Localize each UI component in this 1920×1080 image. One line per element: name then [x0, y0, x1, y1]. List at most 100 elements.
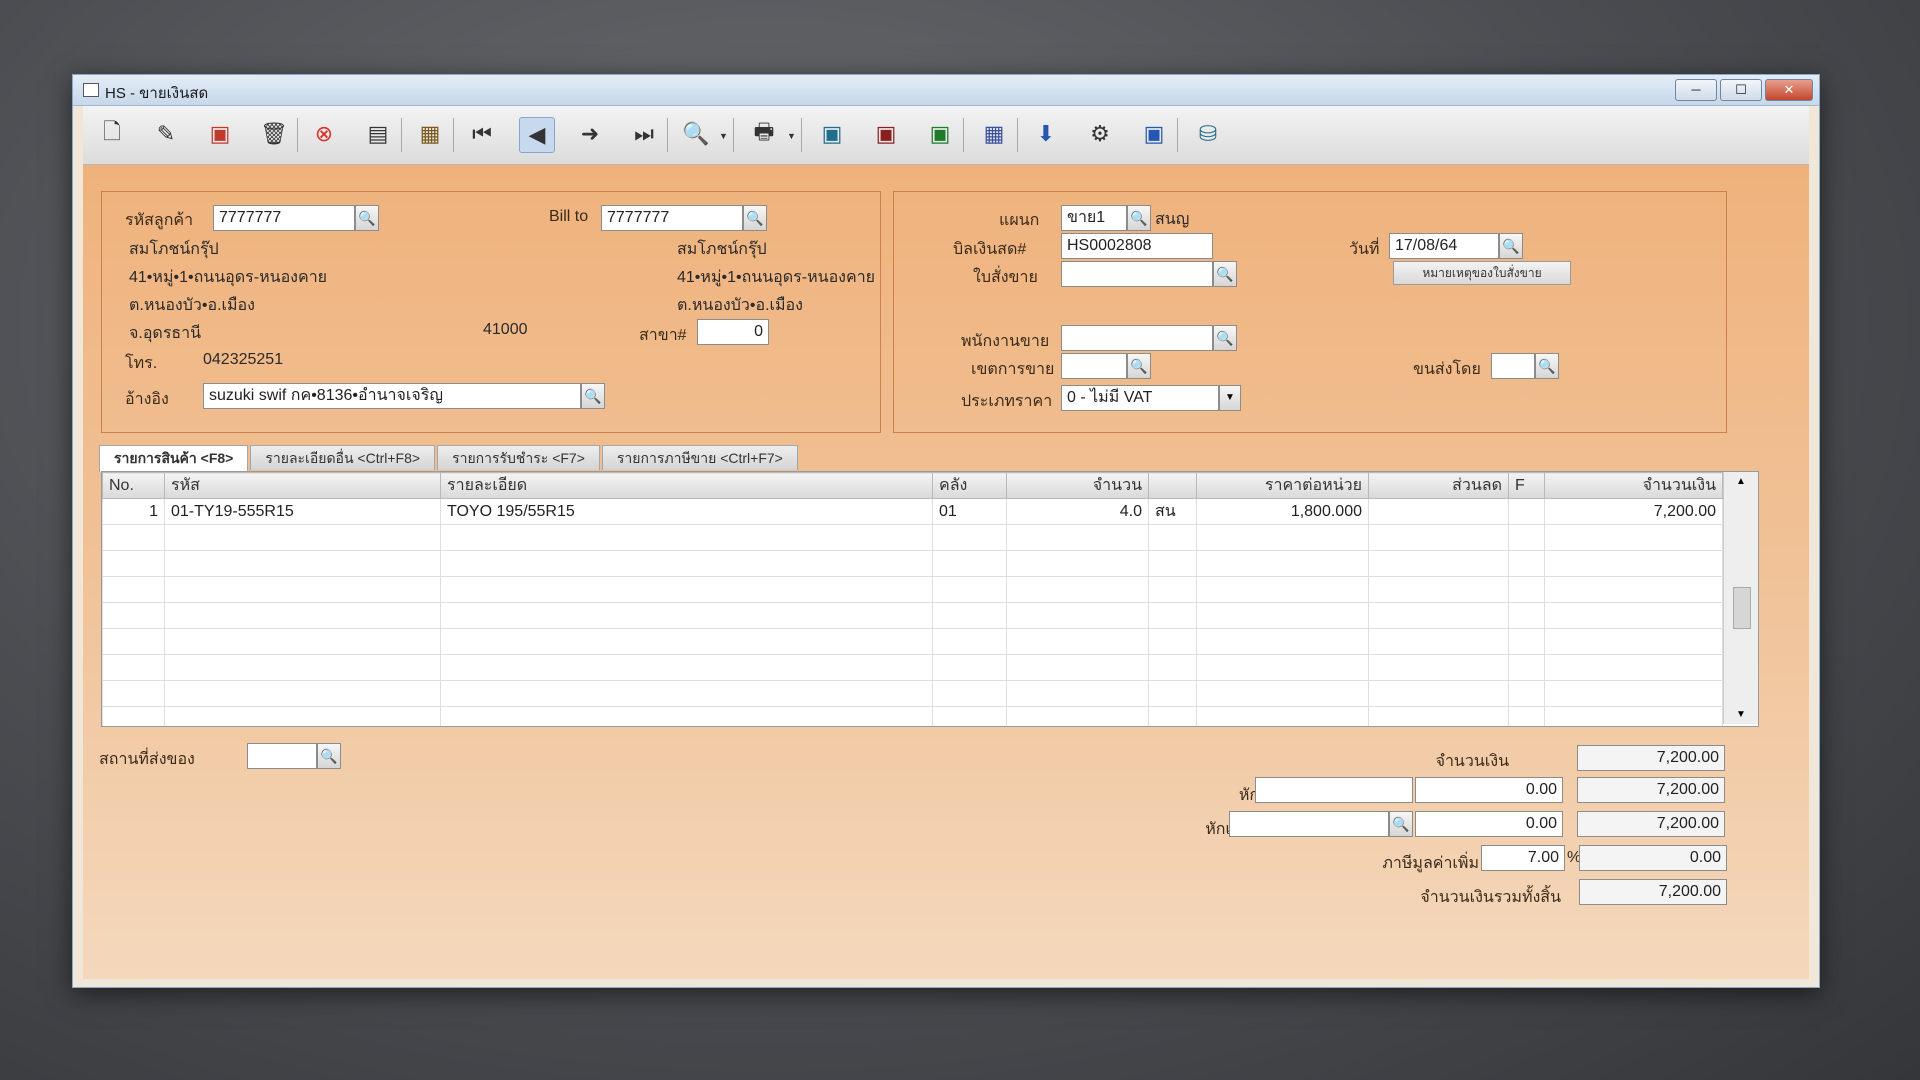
print-icon[interactable]: 🖶	[747, 117, 781, 151]
maximize-button[interactable]: ☐	[1720, 79, 1762, 101]
find-document-icon[interactable]: 🔍	[679, 117, 713, 151]
reference-search-icon[interactable]: 🔍	[581, 383, 605, 409]
empty-row[interactable]	[102, 602, 1723, 629]
order-note-button[interactable]: หมายเหตุของใบสั่งขาย	[1393, 261, 1571, 285]
empty-row[interactable]	[102, 550, 1723, 577]
form-body: รหัสลูกค้า 7777777 🔍 สมโภชน์กรุ๊ป 41•หมู…	[83, 165, 1809, 979]
scrollbar-thumb[interactable]	[1733, 587, 1751, 629]
calendar-icon[interactable]: ▦	[977, 117, 1011, 151]
empty-row[interactable]	[102, 680, 1723, 707]
table-row[interactable]: 1 01-TY19-555R15 TOYO 195/55R15 01 4.0 ส…	[102, 498, 1723, 525]
money-icon[interactable]: ▦	[413, 117, 447, 151]
find-dropdown-arrow-icon[interactable]: ▼	[719, 131, 728, 141]
sales-area-search-icon[interactable]: 🔍	[1127, 353, 1151, 379]
reference-field[interactable]: suzuki swif กค•8136•อำนาจเจริญ	[203, 383, 581, 409]
tab-items[interactable]: รายการสินค้า <F8>	[99, 445, 249, 472]
discount-text-field[interactable]	[1255, 777, 1413, 803]
tab-sales-tax[interactable]: รายการภาษีขาย <Ctrl+F7>	[601, 445, 798, 470]
deposit-value-field[interactable]: 0.00	[1415, 811, 1563, 837]
cell-description[interactable]: TOYO 195/55R15	[440, 498, 933, 525]
col-header-unit[interactable]	[1148, 472, 1197, 499]
col-header-warehouse[interactable]: คลัง	[932, 472, 1007, 499]
empty-row[interactable]	[102, 628, 1723, 655]
first-record-icon[interactable]: ⏮	[465, 117, 499, 151]
cell-unit[interactable]: สน	[1148, 498, 1197, 525]
department-field[interactable]: ขาย1	[1061, 205, 1127, 231]
delivery-place-field[interactable]	[247, 743, 317, 769]
network-icon[interactable]: ⛁	[1191, 117, 1225, 151]
empty-row[interactable]	[102, 524, 1723, 551]
department-search-icon[interactable]: 🔍	[1127, 205, 1151, 231]
form-a-icon[interactable]: ▣	[815, 117, 849, 151]
close-window-button[interactable]: ✕	[1765, 79, 1813, 101]
scroll-up-icon[interactable]: ▲	[1736, 476, 1746, 487]
form-b-icon[interactable]: ▣	[869, 117, 903, 151]
empty-row[interactable]	[102, 576, 1723, 603]
sales-order-search-icon[interactable]: 🔍	[1213, 261, 1237, 287]
grid-header-row: No. รหัส รายละเอียด คลัง จำนวน ราคาต่อหน…	[102, 472, 1723, 499]
bill-to-search-icon[interactable]: 🔍	[743, 205, 767, 231]
deposit-text-field[interactable]	[1229, 811, 1389, 837]
col-header-quantity[interactable]: จำนวน	[1006, 472, 1149, 499]
price-type-label: ประเภทราคา	[961, 393, 1053, 410]
grid-scrollbar[interactable]: ▲ ▼	[1723, 472, 1758, 724]
empty-row[interactable]	[102, 654, 1723, 681]
bill-to-label: Bill to	[549, 208, 589, 225]
cell-no[interactable]: 1	[102, 498, 165, 525]
approve-ok-icon[interactable]: ⬇	[1029, 117, 1063, 151]
col-header-code[interactable]: รหัส	[164, 472, 441, 499]
customer-code-field[interactable]: 7777777	[213, 205, 355, 231]
bill-to-field[interactable]: 7777777	[601, 205, 743, 231]
form-c-icon[interactable]: ▣	[923, 117, 957, 151]
ok-icon[interactable]: ▣	[1137, 117, 1171, 151]
branch-field[interactable]: 0	[697, 319, 769, 345]
cell-discount[interactable]	[1368, 498, 1509, 525]
col-header-discount[interactable]: ส่วนลด	[1368, 472, 1509, 499]
items-grid[interactable]: No. รหัส รายละเอียด คลัง จำนวน ราคาต่อหน…	[101, 471, 1759, 727]
tab-other-details[interactable]: รายละเอียดอื่น <Ctrl+F8>	[250, 445, 436, 470]
customer-search-icon[interactable]: 🔍	[355, 205, 379, 231]
cell-quantity[interactable]: 4.0	[1006, 498, 1149, 525]
print-dropdown-arrow-icon[interactable]: ▼	[787, 131, 796, 141]
cash-bill-field[interactable]: HS0002808	[1061, 233, 1213, 259]
col-header-no[interactable]: No.	[102, 472, 165, 499]
shipping-field[interactable]	[1491, 353, 1535, 379]
salesman-field[interactable]	[1061, 325, 1213, 351]
sales-area-field[interactable]	[1061, 353, 1127, 379]
price-type-select[interactable]: 0 - ไม่มี VAT	[1061, 385, 1219, 411]
vat-rate-field[interactable]: 7.00	[1481, 845, 1565, 871]
settings-icon[interactable]: ⚙	[1083, 117, 1117, 151]
col-header-unit-price[interactable]: ราคาต่อหน่วย	[1196, 472, 1369, 499]
title-bar[interactable]: HS - ขายเงินสด ─ ☐ ✕	[73, 75, 1819, 106]
col-header-flag[interactable]: F	[1508, 472, 1545, 499]
chevron-down-icon[interactable]: ▼	[1219, 385, 1241, 411]
cell-warehouse[interactable]: 01	[932, 498, 1007, 525]
cell-flag[interactable]	[1508, 498, 1545, 525]
cell-unit-price[interactable]: 1,800.000	[1196, 498, 1369, 525]
col-header-description[interactable]: รายละเอียด	[440, 472, 933, 499]
minimize-button[interactable]: ─	[1675, 79, 1717, 101]
edit-icon[interactable]: ✎	[149, 117, 183, 151]
previous-record-icon[interactable]: ◀	[519, 117, 555, 153]
cell-code[interactable]: 01-TY19-555R15	[164, 498, 441, 525]
delete-trash-icon[interactable]: 🗑	[257, 117, 291, 151]
shipping-search-icon[interactable]: 🔍	[1535, 353, 1559, 379]
last-record-icon[interactable]: ⏭	[627, 117, 661, 151]
empty-row[interactable]	[102, 706, 1723, 726]
delivery-place-search-icon[interactable]: 🔍	[317, 743, 341, 769]
save-icon[interactable]: ▤	[361, 117, 395, 151]
void-icon[interactable]: ▣	[203, 117, 237, 151]
new-document-icon[interactable]: 🗋	[95, 117, 129, 151]
discount-value-field[interactable]: 0.00	[1415, 777, 1563, 803]
col-header-amount[interactable]: จำนวนเงิน	[1544, 472, 1723, 499]
cell-amount[interactable]: 7,200.00	[1544, 498, 1723, 525]
date-field[interactable]: 17/08/64	[1389, 233, 1499, 259]
next-record-icon[interactable]: ➜	[573, 117, 607, 151]
tab-payments[interactable]: รายการรับชำระ <F7>	[437, 445, 600, 470]
sales-order-field[interactable]	[1061, 261, 1213, 287]
date-picker-icon[interactable]: 🔍	[1499, 233, 1523, 259]
scroll-down-icon[interactable]: ▼	[1736, 709, 1746, 720]
deposit-search-icon[interactable]: 🔍	[1389, 811, 1413, 837]
salesman-search-icon[interactable]: 🔍	[1213, 325, 1237, 351]
cancel-icon[interactable]: ⊗	[307, 117, 341, 151]
